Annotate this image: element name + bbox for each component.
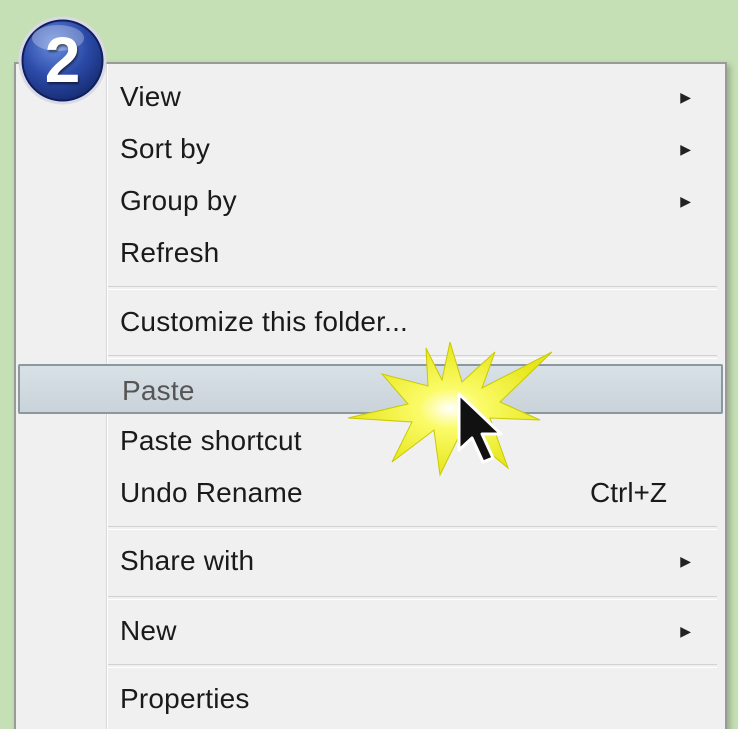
menu-item-label: Paste: [122, 375, 195, 406]
submenu-arrow-icon: ▶: [680, 623, 691, 639]
menu-item-label: New: [120, 615, 177, 646]
yellow-starburst-icon: [330, 330, 570, 485]
submenu-arrow-icon: ▶: [680, 89, 691, 105]
menu-item-share-with[interactable]: Share with ▶: [16, 536, 725, 586]
submenu-arrow-icon: ▶: [680, 141, 691, 157]
starburst-shape: [347, 341, 553, 477]
menu-separator: [108, 596, 717, 600]
menu-item-refresh[interactable]: Refresh: [16, 228, 725, 278]
menu-item-group-by[interactable]: Group by ▶: [16, 176, 725, 226]
menu-item-sort-by[interactable]: Sort by ▶: [16, 124, 725, 174]
menu-separator: [108, 664, 717, 668]
mouse-pointer-icon: [455, 392, 507, 469]
menu-item-label: Undo Rename: [120, 477, 303, 508]
menu-separator: [108, 526, 717, 530]
submenu-arrow-icon: ▶: [680, 193, 691, 209]
step-number-badge: 2: [16, 14, 109, 107]
screenshot-canvas: 2 View ▶ Sort by ▶ Group by ▶ Refresh Cu…: [0, 0, 738, 729]
submenu-arrow-icon: ▶: [680, 553, 691, 569]
menu-item-label: Refresh: [120, 237, 220, 268]
menu-item-label: Properties: [120, 683, 250, 714]
menu-item-label: Share with: [120, 545, 255, 576]
menu-item-label: View: [120, 81, 181, 112]
badge-number: 2: [44, 24, 81, 96]
menu-item-properties[interactable]: Properties: [16, 674, 725, 724]
menu-item-label: Paste shortcut: [120, 425, 302, 456]
shortcut-text: Ctrl+Z: [590, 477, 667, 508]
menu-item-new[interactable]: New ▶: [16, 606, 725, 656]
menu-item-view[interactable]: View ▶: [16, 72, 725, 122]
menu-separator: [108, 286, 717, 290]
menu-item-label: Group by: [120, 185, 237, 216]
menu-item-label: Sort by: [120, 133, 211, 164]
pointer-shape: [457, 392, 503, 464]
